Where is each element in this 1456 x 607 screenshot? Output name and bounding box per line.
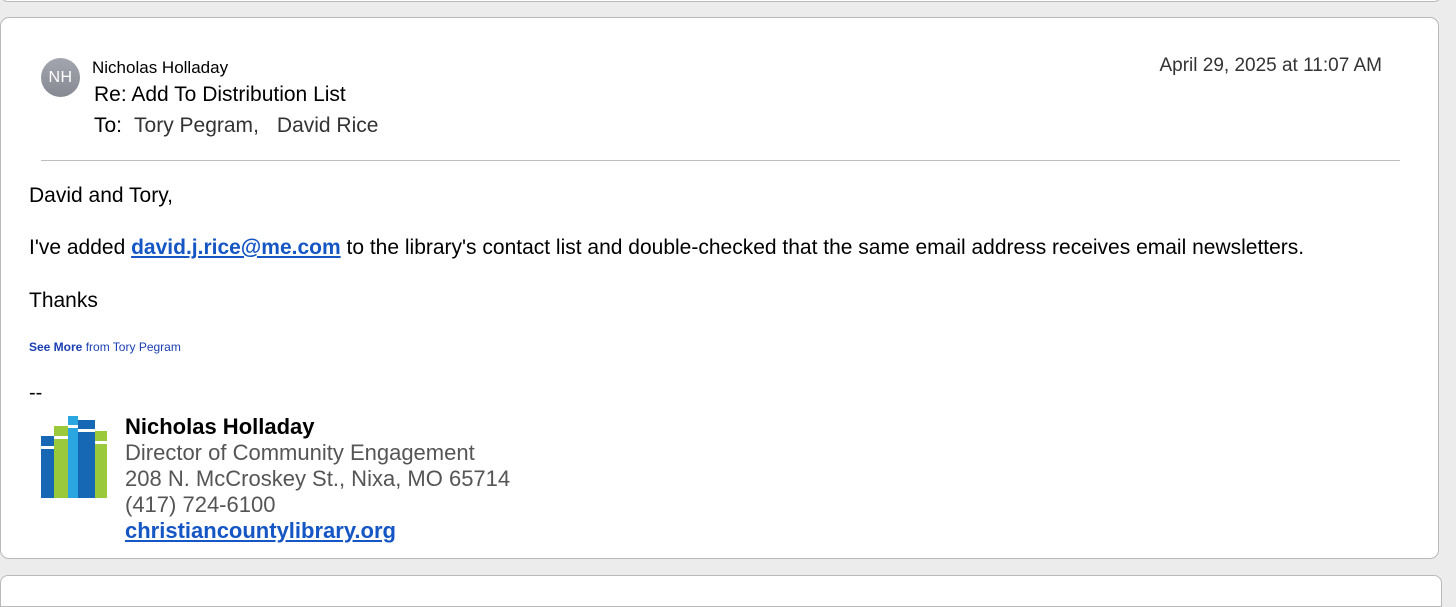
closing-text: Thanks [29, 289, 98, 312]
sender-avatar[interactable]: NH [41, 58, 80, 97]
recipient-tory[interactable]: Tory Pegram [134, 114, 253, 138]
library-books-logo-icon [41, 416, 107, 498]
body-prefix: I've added [29, 236, 132, 259]
email-address-link[interactable]: david.j.rice@me.com [131, 236, 341, 259]
signature-dashes: -- [29, 382, 43, 404]
signature-block: Nicholas Holladay Director of Community … [125, 414, 510, 544]
see-more-bold[interactable]: See More [29, 340, 82, 354]
signature-website-link[interactable]: christiancountylibrary.org [125, 518, 396, 543]
next-message-card[interactable] [0, 575, 1442, 607]
body-paragraph: I've added david.j.rice@me.com to the li… [29, 236, 1304, 260]
body-suffix: to the library's contact list and double… [340, 236, 1305, 259]
previous-message-card[interactable] [0, 0, 1442, 2]
signature-phone: (417) 724-6100 [125, 492, 276, 517]
signature-address: 208 N. McCroskey St., Nixa, MO 65714 [125, 466, 511, 491]
greeting-text: David and Tory, [29, 184, 173, 207]
recipients-row: To: Tory Pegram , David Rice [94, 114, 378, 138]
see-more-from[interactable]: from Tory Pegram [82, 340, 181, 354]
signature-title: Director of Community Engagement [125, 440, 475, 465]
header-divider [41, 160, 1400, 161]
recipient-separator: , [253, 114, 259, 137]
avatar-initials: NH [48, 68, 73, 86]
to-label: To: [94, 114, 123, 137]
recipient-david[interactable]: David Rice [277, 114, 379, 138]
sender-name[interactable]: Nicholas Holladay [92, 58, 228, 78]
message-date: April 29, 2025 at 11:07 AM [1159, 55, 1382, 76]
signature-name: Nicholas Holladay [125, 414, 315, 439]
email-message-card: NH Nicholas Holladay April 29, 2025 at 1… [0, 17, 1439, 559]
message-subject: Re: Add To Distribution List [94, 83, 346, 106]
see-more-link[interactable]: See More from Tory Pegram [29, 340, 181, 354]
